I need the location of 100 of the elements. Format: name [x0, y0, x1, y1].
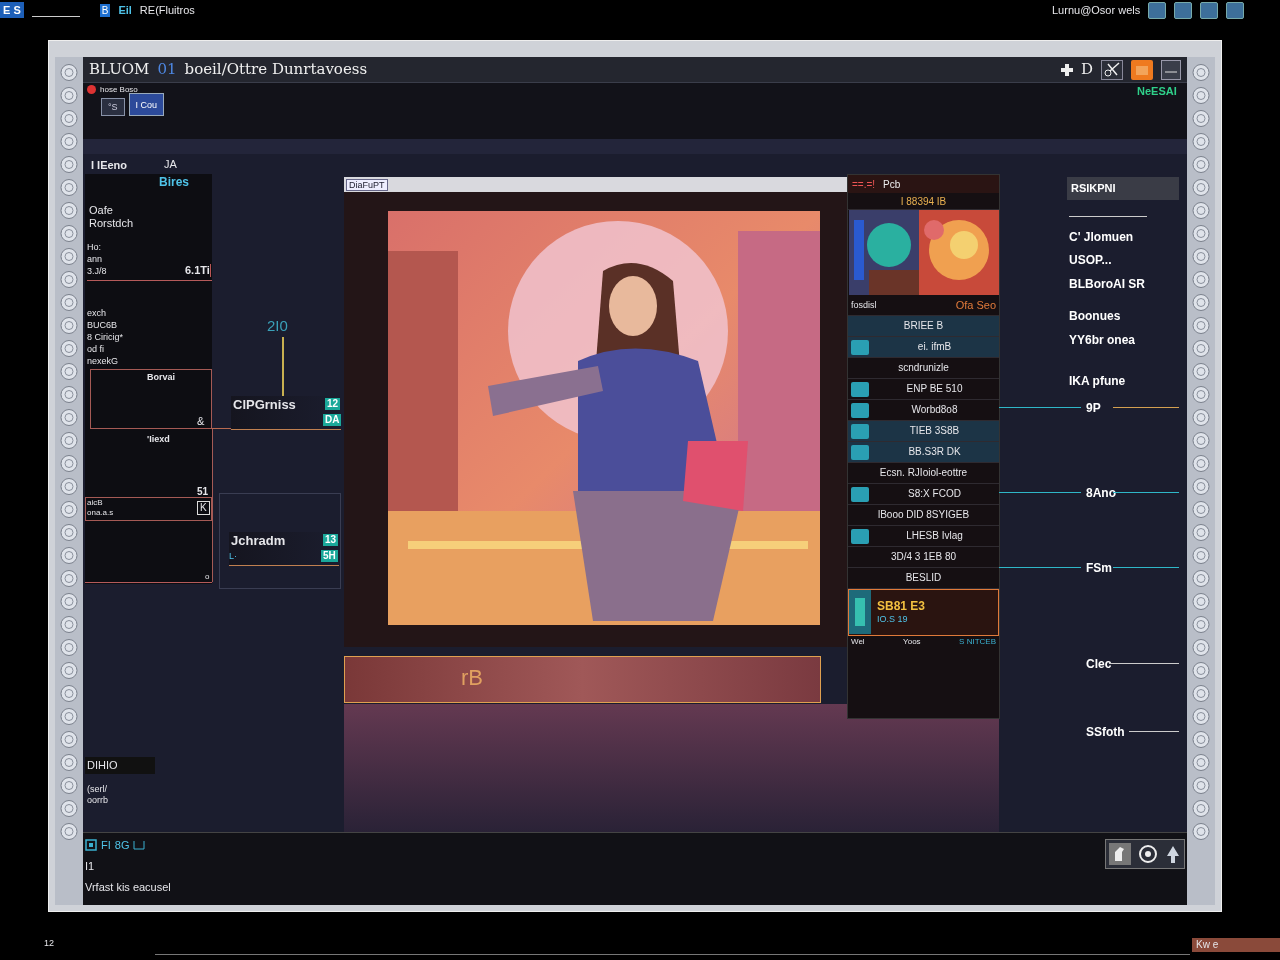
app-icon[interactable]: B: [99, 3, 111, 17]
circle-icon[interactable]: [1192, 132, 1210, 151]
window-icon[interactable]: [1161, 59, 1181, 80]
toolbar-button[interactable]: °S: [101, 98, 125, 116]
circle-icon[interactable]: [1192, 316, 1210, 335]
circle-icon[interactable]: [60, 454, 78, 473]
circle-icon[interactable]: [1192, 477, 1210, 496]
circle-icon[interactable]: [1192, 385, 1210, 404]
circle-icon[interactable]: [1192, 592, 1210, 611]
circle-icon[interactable]: [1192, 684, 1210, 703]
folder-icon[interactable]: [1131, 59, 1153, 80]
node[interactable]: ClPGrniss 12 DA: [231, 396, 341, 430]
circle-icon[interactable]: [1192, 661, 1210, 680]
circle-icon[interactable]: [1192, 546, 1210, 565]
circle-icon[interactable]: [60, 546, 78, 565]
circle-icon[interactable]: [1192, 362, 1210, 381]
circle-icon[interactable]: [60, 385, 78, 404]
taskbar-item[interactable]: Kw e: [1192, 938, 1280, 952]
circle-icon[interactable]: [60, 201, 78, 220]
circle-icon[interactable]: [60, 109, 78, 128]
circle-icon[interactable]: [1192, 431, 1210, 450]
circle-icon[interactable]: [60, 293, 78, 312]
circle-icon[interactable]: [1192, 63, 1210, 82]
scissors-icon[interactable]: [1101, 59, 1123, 80]
square-icon[interactable]: [85, 839, 97, 852]
list-item[interactable]: LHESB Ivlag: [848, 526, 999, 547]
panel-tab[interactable]: ==.=!: [848, 176, 880, 192]
circle-icon[interactable]: [1192, 799, 1210, 818]
list-item[interactable]: ei. ifmB: [848, 337, 999, 358]
circle-icon[interactable]: [60, 500, 78, 519]
list-item[interactable]: [85, 497, 212, 521]
circle-icon[interactable]: [1192, 408, 1210, 427]
circle-icon[interactable]: [1192, 178, 1210, 197]
circle-icon[interactable]: [1192, 707, 1210, 726]
circle-icon[interactable]: [1192, 569, 1210, 588]
circle-icon[interactable]: [1192, 155, 1210, 174]
circle-icon[interactable]: [60, 362, 78, 381]
plus-icon[interactable]: [1060, 63, 1073, 76]
circle-icon[interactable]: [1192, 339, 1210, 358]
circle-icon[interactable]: [1192, 201, 1210, 220]
panel-tab[interactable]: Pcb: [879, 176, 905, 192]
circle-icon[interactable]: [1192, 615, 1210, 634]
media-card[interactable]: SB81 E3 IO.S 19: [848, 589, 999, 636]
circle-icon[interactable]: [1192, 86, 1210, 105]
circle-icon[interactable]: [1192, 638, 1210, 657]
circle-icon[interactable]: [1192, 753, 1210, 772]
circle-icon[interactable]: [60, 316, 78, 335]
list-item[interactable]: scndrunizle: [848, 358, 999, 379]
circle-icon[interactable]: [60, 431, 78, 450]
circle-icon[interactable]: [1192, 776, 1210, 795]
circle-icon[interactable]: [60, 178, 78, 197]
viewer-tab[interactable]: DiaFuPT: [346, 178, 388, 191]
circle-icon[interactable]: [60, 477, 78, 496]
circle-icon[interactable]: [60, 132, 78, 151]
circle-icon[interactable]: [60, 799, 78, 818]
circle-icon[interactable]: [1192, 109, 1210, 128]
circle-icon[interactable]: [60, 592, 78, 611]
circle-icon[interactable]: [60, 615, 78, 634]
circle-icon[interactable]: [60, 339, 78, 358]
circle-icon[interactable]: [60, 776, 78, 795]
circle-icon[interactable]: [1192, 822, 1210, 841]
circle-icon[interactable]: [60, 661, 78, 680]
circle-icon[interactable]: [1192, 270, 1210, 289]
circle-icon[interactable]: [60, 684, 78, 703]
tray-icon[interactable]: [1226, 2, 1245, 19]
circle-icon[interactable]: [60, 247, 78, 266]
circle-icon[interactable]: [1192, 730, 1210, 749]
circle-icon[interactable]: [60, 224, 78, 243]
toolbar-button[interactable]: I Cou: [128, 93, 165, 116]
item-badge[interactable]: K: [197, 501, 210, 515]
tool-label[interactable]: FI: [101, 839, 111, 852]
list-item[interactable]: BRIEE B: [848, 316, 999, 337]
circle-icon[interactable]: [60, 408, 78, 427]
list-item[interactable]: ENP BE 510: [848, 379, 999, 400]
circle-icon[interactable]: [60, 753, 78, 772]
app-badge[interactable]: E S: [0, 2, 24, 18]
bottom-tab[interactable]: DIHIO: [85, 757, 155, 774]
tool-label[interactable]: 8G: [114, 839, 130, 852]
circle-icon[interactable]: [1192, 293, 1210, 312]
circle-icon[interactable]: [60, 822, 78, 841]
circle-icon[interactable]: [60, 155, 78, 174]
record-icon[interactable]: [87, 85, 96, 95]
circle-icon[interactable]: [1192, 454, 1210, 473]
list-item[interactable]: BB.S3R DK: [848, 442, 999, 463]
gear-icon[interactable]: [1137, 843, 1159, 865]
circle-icon[interactable]: [60, 707, 78, 726]
circle-icon[interactable]: [60, 730, 78, 749]
list-item[interactable]: 3D/4 3 1EB 80: [848, 547, 999, 568]
circle-icon[interactable]: [1192, 523, 1210, 542]
circle-icon[interactable]: [1192, 224, 1210, 243]
list-item[interactable]: S8:X FCOD: [848, 484, 999, 505]
list-item[interactable]: Ecsn. RJIoiol-eottre: [848, 463, 999, 484]
circle-icon[interactable]: [60, 523, 78, 542]
list-item[interactable]: TIEB 3S8B: [848, 421, 999, 442]
tray-icon[interactable]: [1174, 2, 1193, 19]
circle-icon[interactable]: [60, 638, 78, 657]
circle-icon[interactable]: [1192, 247, 1210, 266]
circle-icon[interactable]: [1192, 500, 1210, 519]
circle-icon[interactable]: [60, 86, 78, 105]
circle-icon[interactable]: [60, 63, 78, 82]
